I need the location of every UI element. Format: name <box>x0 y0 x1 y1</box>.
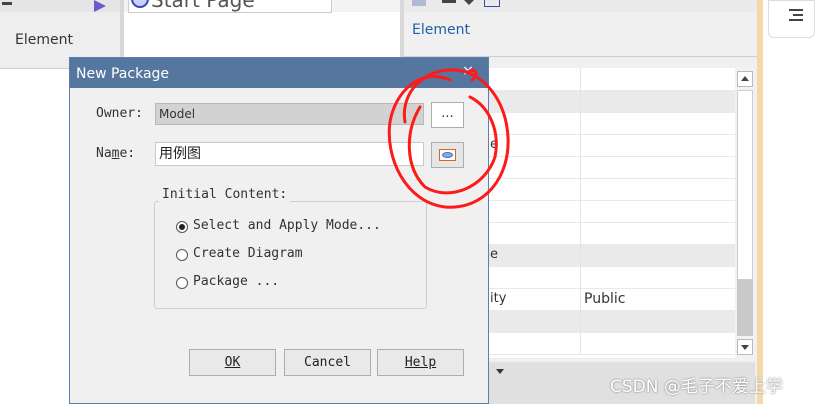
property-row[interactable] <box>488 332 735 355</box>
property-name: ity <box>488 288 581 310</box>
initial-content-title: Initial Content: <box>159 187 291 202</box>
side-dock <box>757 0 815 404</box>
radio-select-apply-mode[interactable] <box>176 221 188 233</box>
minimize-icon[interactable] <box>2 2 12 5</box>
owner-label: Owner: <box>96 106 143 121</box>
start-page-icon <box>131 0 149 8</box>
tab-element-right[interactable]: Element <box>412 22 470 38</box>
name-input[interactable]: 用例图 <box>155 142 424 166</box>
radio-label-select-apply-mode[interactable]: Select and Apply Mode... <box>193 218 381 233</box>
tab-start-page-label: Start Page <box>151 0 255 12</box>
owner-field: Model <box>155 103 424 125</box>
window-icon[interactable] <box>484 0 500 7</box>
tab-element-left[interactable]: Element <box>15 32 73 48</box>
property-name <box>488 178 581 200</box>
property-name <box>488 90 581 112</box>
property-row[interactable] <box>488 178 735 201</box>
property-row[interactable] <box>488 156 735 179</box>
owner-browse-button[interactable]: ... <box>431 102 464 128</box>
property-name <box>488 68 581 90</box>
radio-create-diagram[interactable] <box>176 249 188 261</box>
chevron-down-icon[interactable] <box>496 369 504 374</box>
property-name <box>488 156 581 178</box>
scroll-track[interactable] <box>737 280 753 336</box>
choose-package-icon-button[interactable] <box>431 142 464 168</box>
property-row[interactable] <box>488 310 735 333</box>
tab-start-page[interactable]: Start Page <box>128 0 332 13</box>
property-row[interactable]: e <box>488 244 735 267</box>
properties-toolbar <box>404 0 757 12</box>
property-row[interactable] <box>488 112 735 135</box>
scroll-down-arrow-icon[interactable] <box>737 339 753 355</box>
package-diagram-icon <box>439 149 456 161</box>
help-button[interactable]: Help <box>377 349 464 376</box>
radio-label-create-diagram[interactable]: Create Diagram <box>193 246 303 261</box>
property-row[interactable] <box>488 266 735 289</box>
property-name <box>488 200 581 222</box>
property-row[interactable] <box>488 90 735 113</box>
menu-icon[interactable] <box>442 0 456 3</box>
radio-package[interactable] <box>176 277 188 289</box>
property-name <box>488 112 581 134</box>
property-row[interactable] <box>488 200 735 223</box>
property-name <box>488 266 581 288</box>
property-row[interactable] <box>488 222 735 245</box>
left-toolbar <box>0 0 120 12</box>
name-label: Name: <box>96 146 136 161</box>
vertical-scrollbar[interactable] <box>735 68 755 358</box>
collapse-panel-button[interactable] <box>768 0 815 38</box>
watermark: CSDN @毛子不爱上学 <box>610 377 783 397</box>
dialog-title: New Package <box>76 66 170 82</box>
property-row[interactable]: ity Public <box>488 288 735 311</box>
scroll-thumb[interactable] <box>737 90 753 280</box>
ok-button[interactable]: OK <box>189 349 276 376</box>
new-package-dialog: New Package × Owner: Model ... Name: 用例图… <box>69 57 489 404</box>
close-icon[interactable]: × <box>460 63 476 79</box>
property-name: e <box>488 244 581 266</box>
play-icon[interactable] <box>94 0 106 12</box>
dock-edge <box>757 0 763 404</box>
property-name: e <box>488 134 581 156</box>
property-name <box>488 310 581 332</box>
cancel-button[interactable]: Cancel <box>284 349 371 376</box>
dropdown-icon[interactable] <box>464 0 474 5</box>
collapse-icon <box>789 9 803 11</box>
scroll-up-arrow-icon[interactable] <box>737 71 753 87</box>
radio-label-package[interactable]: Package ... <box>193 274 279 289</box>
property-row[interactable] <box>488 68 735 91</box>
property-row[interactable]: e <box>488 134 735 157</box>
dialog-title-bar[interactable]: New Package × <box>70 58 488 88</box>
property-value[interactable]: Public <box>584 288 625 310</box>
property-name <box>488 332 581 354</box>
properties-icon[interactable] <box>412 0 426 6</box>
property-name <box>488 222 581 244</box>
properties-grid: e e ity Public <box>488 68 735 358</box>
